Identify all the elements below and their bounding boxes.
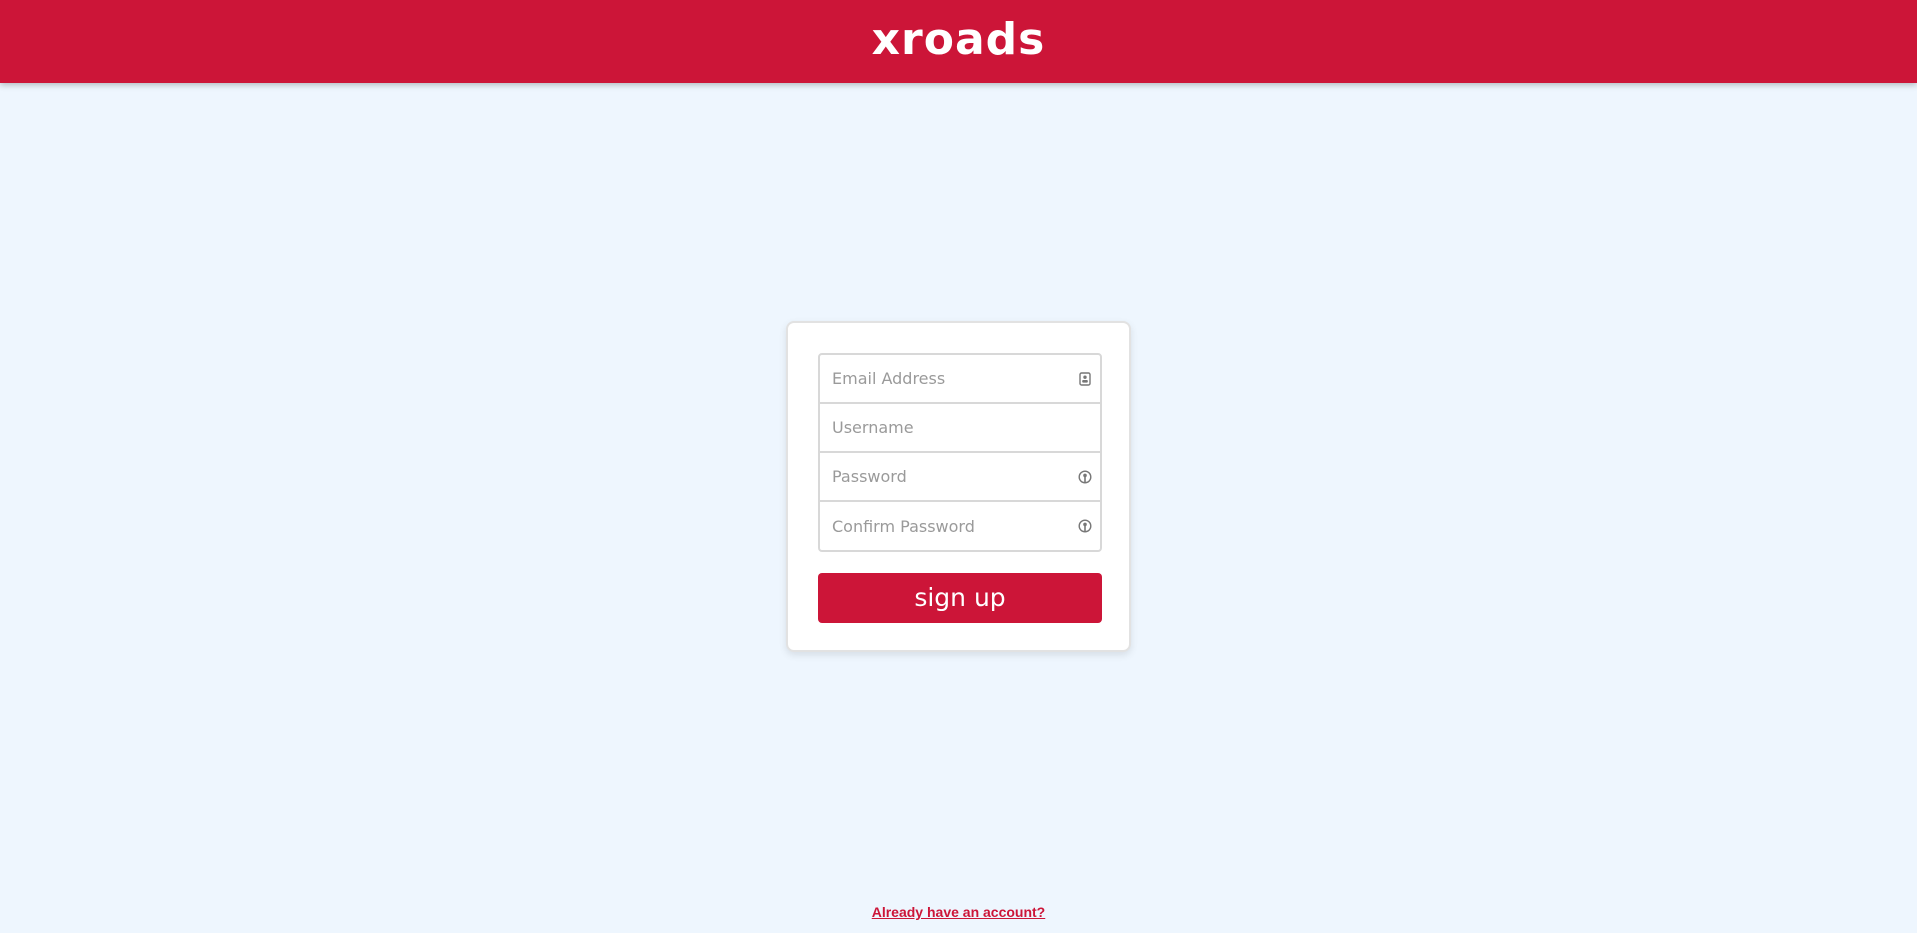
email-field-row <box>820 355 1100 404</box>
username-field-row <box>820 404 1100 453</box>
signup-card: sign up <box>786 321 1131 652</box>
id-card-icon <box>1078 371 1092 386</box>
login-link-wrapper: Already have an account? <box>0 904 1917 920</box>
confirm-password-field-row <box>820 502 1100 550</box>
logo: xroads <box>871 13 1046 65</box>
top-bar: xroads <box>0 0 1917 83</box>
email-input[interactable] <box>820 355 1100 402</box>
already-have-account-link[interactable]: Already have an account? <box>872 904 1046 920</box>
password-input[interactable] <box>820 453 1100 500</box>
confirm-password-input[interactable] <box>820 502 1100 550</box>
password-field-row <box>820 453 1100 502</box>
lock-icon <box>1078 469 1092 484</box>
username-input[interactable] <box>820 404 1100 451</box>
signup-fields <box>818 353 1102 552</box>
lock-icon <box>1078 519 1092 533</box>
sign-up-button[interactable]: sign up <box>818 573 1102 623</box>
